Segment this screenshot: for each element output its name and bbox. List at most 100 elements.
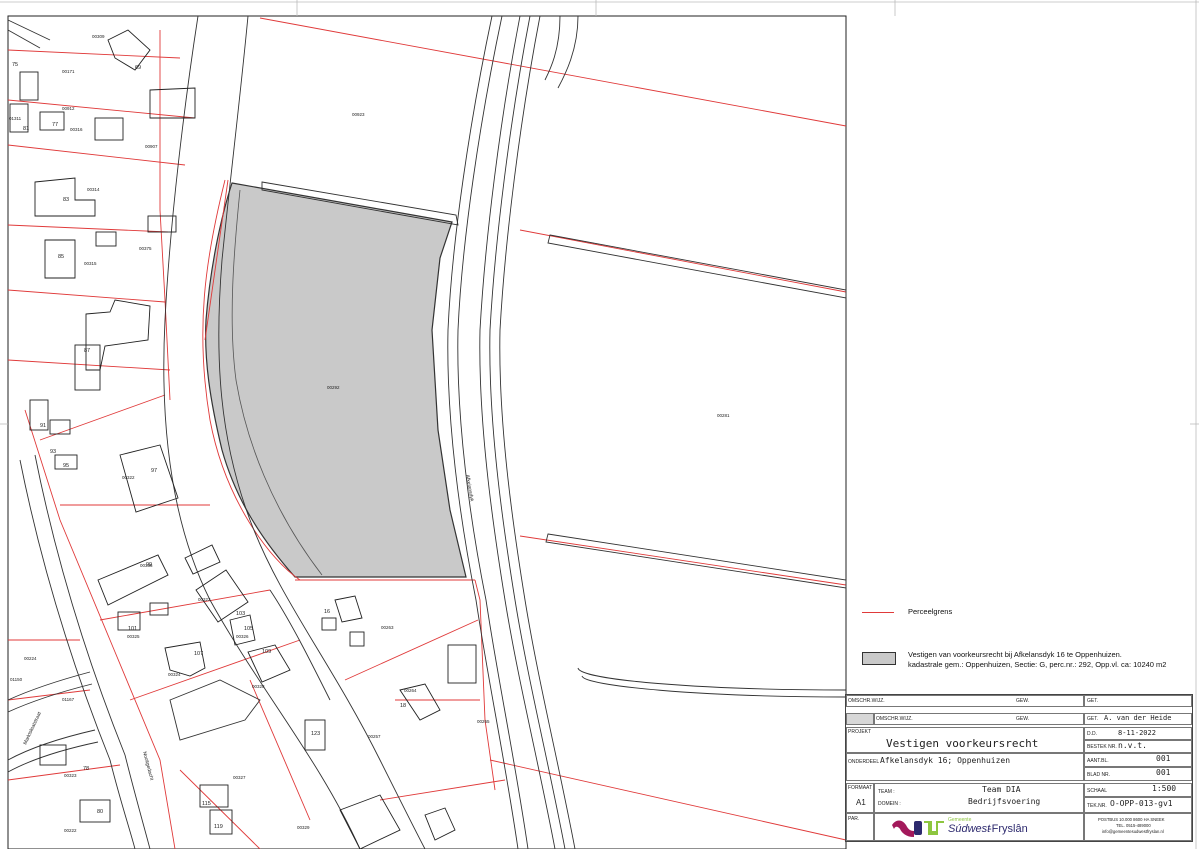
legend-label-line2: kadastrale gem.: Oppenhuizen, Sectie: G,… — [908, 660, 1167, 669]
title-block: OMSCHR.WIJZ. GEW. GET. OMSCHR.WIJZ. GEW.… — [845, 694, 1193, 842]
aant-value: 001 — [1156, 754, 1171, 763]
house-number: 85 — [58, 254, 64, 260]
address-line3: info@gemeentesudwestfryslan.nl — [1102, 829, 1164, 834]
address-line2: TEL. 0515-489000 — [1116, 823, 1151, 828]
parcel-label-00264: 00264 — [404, 688, 417, 693]
parcel-label-00907: 00907 — [145, 144, 158, 149]
parcel-label-00292: 00292 — [327, 385, 340, 390]
parcel-label-01311: 01311 — [9, 116, 22, 121]
parcel-label-00323: 00323 — [64, 773, 77, 778]
domein-label: DOMEIN : — [878, 801, 901, 807]
parcel-label-00257: 00257 — [368, 734, 381, 739]
legend-item-preemption-area: Vestigen van voorkeursrecht bij Afkelans… — [858, 636, 1188, 669]
project-label: PROJEKT — [848, 729, 872, 735]
blad-value: 001 — [1156, 768, 1171, 777]
parcel-label-00923: 00923 — [352, 112, 365, 117]
parcel-label-01167: 01167 — [62, 697, 75, 702]
house-number: 119 — [214, 824, 223, 830]
omschr-label-2: OMSCHR.WIJZ. — [876, 716, 913, 722]
get-label-2: GET. — [1087, 716, 1099, 722]
parcel-label-00912: 00912 — [62, 106, 75, 111]
house-number: 107 — [194, 651, 203, 657]
parcel-label-00327: 00327 — [233, 775, 246, 780]
team-label: TEAM : — [878, 789, 895, 795]
parcel-label-00315: 00315 — [84, 261, 97, 266]
house-number: 69 — [135, 65, 141, 71]
gew-label-2: GEW. — [1016, 716, 1030, 722]
parcel-label-00281: 00281 — [717, 413, 730, 418]
row-mark — [846, 713, 874, 725]
schaal-value: 1:500 — [1152, 784, 1177, 793]
parcel-label-00322: 00322 — [122, 475, 135, 480]
parcel-label-00314: 00314 — [87, 187, 100, 192]
parcel-label-00224: 00224 — [24, 656, 37, 661]
bestek-value: n.v.t. — [1118, 741, 1147, 750]
house-number: 83 — [63, 197, 69, 203]
grey-fill-swatch — [862, 652, 896, 665]
house-number: 87 — [84, 348, 90, 354]
onderdeel-value: Afkelansdyk 16; Oppenhuizen — [880, 756, 1011, 765]
parcel-label-00309: 00309 — [92, 34, 105, 39]
legend-label: Perceelgrens — [908, 607, 953, 616]
schaal-label: SCHAAL — [1087, 788, 1108, 794]
gew-label: GEW. — [1016, 698, 1030, 704]
house-number: 97 — [151, 468, 157, 474]
map-sheet: 00923 00292 00281 00263 00257 00265 0026… — [0, 0, 1199, 849]
house-number: 103 — [236, 611, 245, 617]
house-number: 16 — [324, 609, 330, 615]
house-number: 18 — [400, 703, 406, 709]
legend-item-parcel-boundary: Perceelgrens — [858, 606, 1188, 636]
team-value: Team DIA — [982, 785, 1021, 794]
blad-label: BLAD NR. — [1087, 772, 1111, 778]
parcel-label-00263: 00263 — [381, 625, 394, 630]
project-value: Vestigen voorkeursrecht — [886, 737, 1039, 750]
domein-value: Bedrijfsvoering — [968, 797, 1041, 806]
parcel-label-00316: 00316 — [70, 127, 83, 132]
parcel-label-00329: 00329 — [297, 825, 310, 830]
house-number: 93 — [50, 449, 56, 455]
parcel-label-00325: 00325 — [127, 634, 140, 639]
address-line1: POSTBUS 10.000 8600 HA SNEEK — [1098, 817, 1165, 822]
tek-label: TEK.NR. — [1087, 803, 1107, 809]
parcel-label-00322b: 00322 — [198, 597, 211, 602]
house-number: 105 — [244, 626, 253, 632]
parcel-label-00328: 00328 — [252, 684, 265, 689]
map-legend: Perceelgrens Vestigen van voorkeursrecht… — [858, 606, 1188, 669]
logo-main-text: Súdwest — [948, 823, 991, 835]
parcel-label-00265: 00265 — [477, 719, 490, 724]
bestek-label: BESTEK NR. — [1087, 744, 1117, 750]
house-number: 81 — [23, 126, 29, 132]
house-number: 109 — [262, 649, 271, 655]
house-number: 101 — [128, 626, 137, 632]
tek-value: O-OPP-013-gv1 — [1110, 799, 1173, 808]
house-number: 80 — [97, 809, 103, 815]
red-line-swatch — [862, 612, 894, 613]
omschr-label: OMSCHR.WIJZ. — [848, 698, 885, 704]
par-label: PAR. — [848, 816, 860, 822]
parcel-label-00326: 00326 — [236, 634, 249, 639]
get-label: GET. — [1087, 698, 1099, 704]
parcel-label-00171: 00171 — [62, 69, 75, 74]
house-number: 75 — [12, 62, 18, 68]
house-number: 77 — [52, 122, 58, 128]
house-number: 91 — [40, 423, 46, 429]
house-number: 95 — [63, 463, 69, 469]
parcel-label-01150: 01150 — [10, 677, 23, 682]
date-value: 8-11-2022 — [1118, 729, 1156, 737]
aant-label: AANT.BL. — [1087, 758, 1109, 764]
formaat-label: FORMAAT — [848, 785, 873, 791]
onderdeel-label: ONDERDEEL — [848, 759, 880, 765]
house-number: 123 — [311, 731, 320, 737]
date-label: D.D. — [1087, 731, 1097, 737]
checked-by-value: A. van der Heide — [1104, 714, 1172, 722]
parcel-label-00324: 00324 — [168, 672, 181, 677]
house-number: 99 — [146, 562, 152, 568]
legend-label-line1: Vestigen van voorkeursrecht bij Afkelans… — [908, 650, 1122, 659]
house-number: 78 — [83, 766, 89, 772]
house-number: 115 — [202, 801, 211, 807]
sudwest-fryslan-logo-icon — [892, 820, 944, 837]
logo-sub-text: -Fryslân — [988, 823, 1028, 835]
formaat-value: A1 — [856, 798, 866, 807]
parcel-label-00222: 00222 — [64, 828, 77, 833]
parcel-label-00375: 00375 — [139, 246, 152, 251]
